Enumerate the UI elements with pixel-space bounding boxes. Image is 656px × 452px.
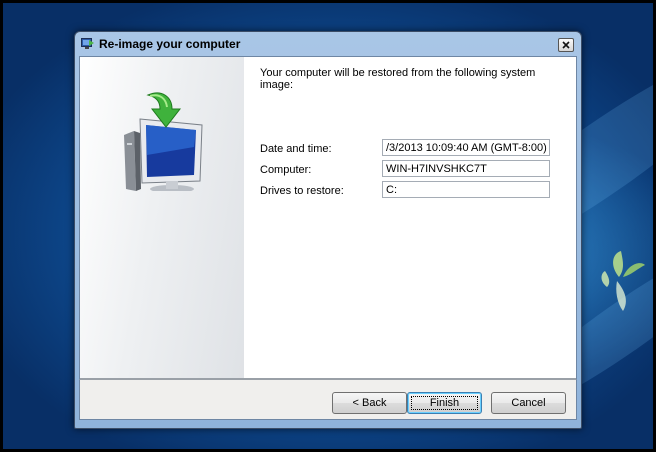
computer-label: Computer:	[260, 164, 312, 176]
restore-message: Your computer will be restored from the …	[260, 67, 536, 91]
left-banner	[80, 57, 244, 378]
cancel-button-label: Cancel	[511, 397, 546, 409]
finish-button[interactable]: Finish	[407, 392, 482, 414]
windows-logo-icon	[601, 251, 645, 311]
close-button[interactable]	[558, 38, 574, 52]
drives-field[interactable]: C:	[382, 181, 550, 198]
dialog-content: Your computer will be restored from the …	[79, 56, 577, 400]
back-button-label: < Back	[352, 397, 387, 409]
system-image-restore-icon	[81, 38, 94, 49]
window-title: Re-image your computer	[99, 37, 241, 51]
date-time-label: Date and time:	[260, 143, 332, 155]
computer-restore-arrow-icon	[124, 92, 203, 191]
back-button[interactable]: < Back	[332, 392, 407, 414]
drives-label: Drives to restore:	[260, 185, 344, 197]
close-icon	[562, 41, 570, 49]
finish-button-label: Finish	[429, 397, 460, 409]
computer-field[interactable]: WIN-H7INVSHKC7T	[382, 160, 550, 177]
title-bar[interactable]: Re-image your computer	[75, 32, 581, 56]
date-time-field[interactable]: /3/2013 10:09:40 AM (GMT-8:00)	[382, 139, 550, 156]
re-image-dialog: Re-image your computer Your computer wil…	[74, 31, 582, 429]
button-bar: < Back Finish Cancel	[79, 379, 577, 420]
cancel-button[interactable]: Cancel	[491, 392, 566, 414]
